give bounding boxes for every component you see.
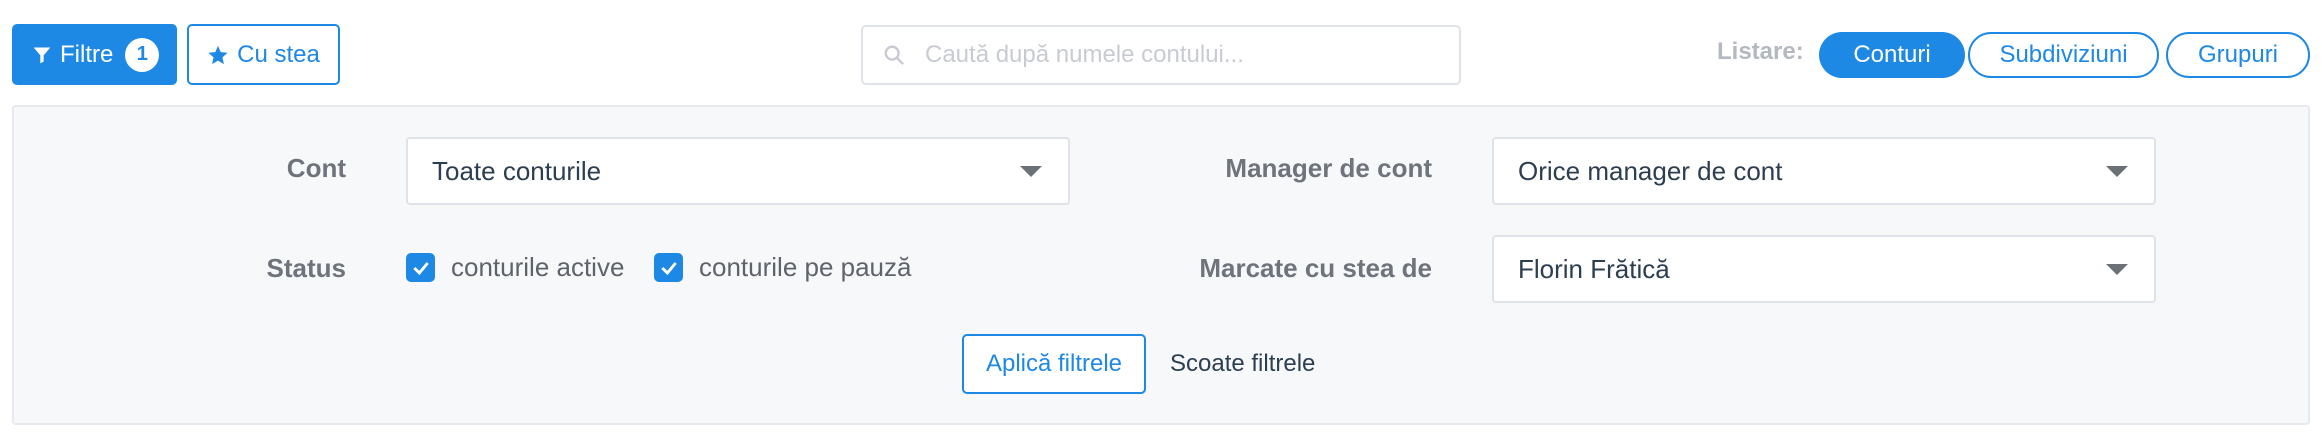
- account-select[interactable]: Toate conturile: [406, 137, 1070, 205]
- search-icon: [884, 45, 905, 66]
- status-paused-label: conturile pe pauză: [699, 252, 912, 282]
- listing-option-subdivisions[interactable]: Subdiviziuni: [1968, 32, 2159, 78]
- account-manager-select[interactable]: Orice manager de cont: [1492, 137, 2156, 205]
- account-search[interactable]: [861, 25, 1461, 85]
- starred-by-select-value: Florin Frătică: [1518, 253, 1670, 284]
- listing-option-groups[interactable]: Grupuri: [2166, 32, 2310, 78]
- filter-icon: [33, 47, 51, 63]
- starred-by-filter-label: Marcate cu stea de: [1199, 253, 1432, 283]
- search-input[interactable]: [923, 40, 1447, 70]
- starred-by-select[interactable]: Florin Frătică: [1492, 235, 2156, 303]
- filters-count-badge: 1: [125, 37, 160, 72]
- listing-label: Listare:: [1717, 38, 1804, 65]
- status-paused-checkbox[interactable]: conturile pe pauză: [654, 252, 911, 283]
- status-active-checkbox[interactable]: conturile active: [406, 252, 624, 283]
- status-active-label: conturile active: [451, 252, 625, 282]
- chevron-down-icon: [1020, 165, 1042, 177]
- filters-button-label: Filtre: [60, 40, 114, 68]
- checkbox-checked[interactable]: [654, 253, 683, 282]
- account-manager-select-value: Orice manager de cont: [1518, 155, 1783, 186]
- checkmark-icon: [412, 261, 429, 275]
- starred-button[interactable]: Cu stea: [187, 24, 340, 85]
- filters-button[interactable]: Filtre 1: [12, 24, 177, 85]
- listing-option-accounts[interactable]: Conturi: [1819, 32, 1965, 78]
- account-filter-label: Cont: [286, 153, 346, 183]
- status-filter-label: Status: [266, 253, 346, 283]
- clear-filters-button[interactable]: Scoate filtrele: [1170, 334, 1315, 394]
- starred-button-label: Cu stea: [237, 40, 320, 68]
- account-select-value: Toate conturile: [432, 155, 602, 186]
- checkbox-checked[interactable]: [406, 253, 435, 282]
- apply-filters-button[interactable]: Aplică filtrele: [962, 334, 1146, 394]
- account-manager-filter-label: Manager de cont: [1225, 153, 1432, 183]
- star-icon: [208, 45, 228, 64]
- chevron-down-icon: [2106, 165, 2128, 177]
- chevron-down-icon: [2106, 263, 2128, 275]
- checkmark-icon: [660, 261, 677, 275]
